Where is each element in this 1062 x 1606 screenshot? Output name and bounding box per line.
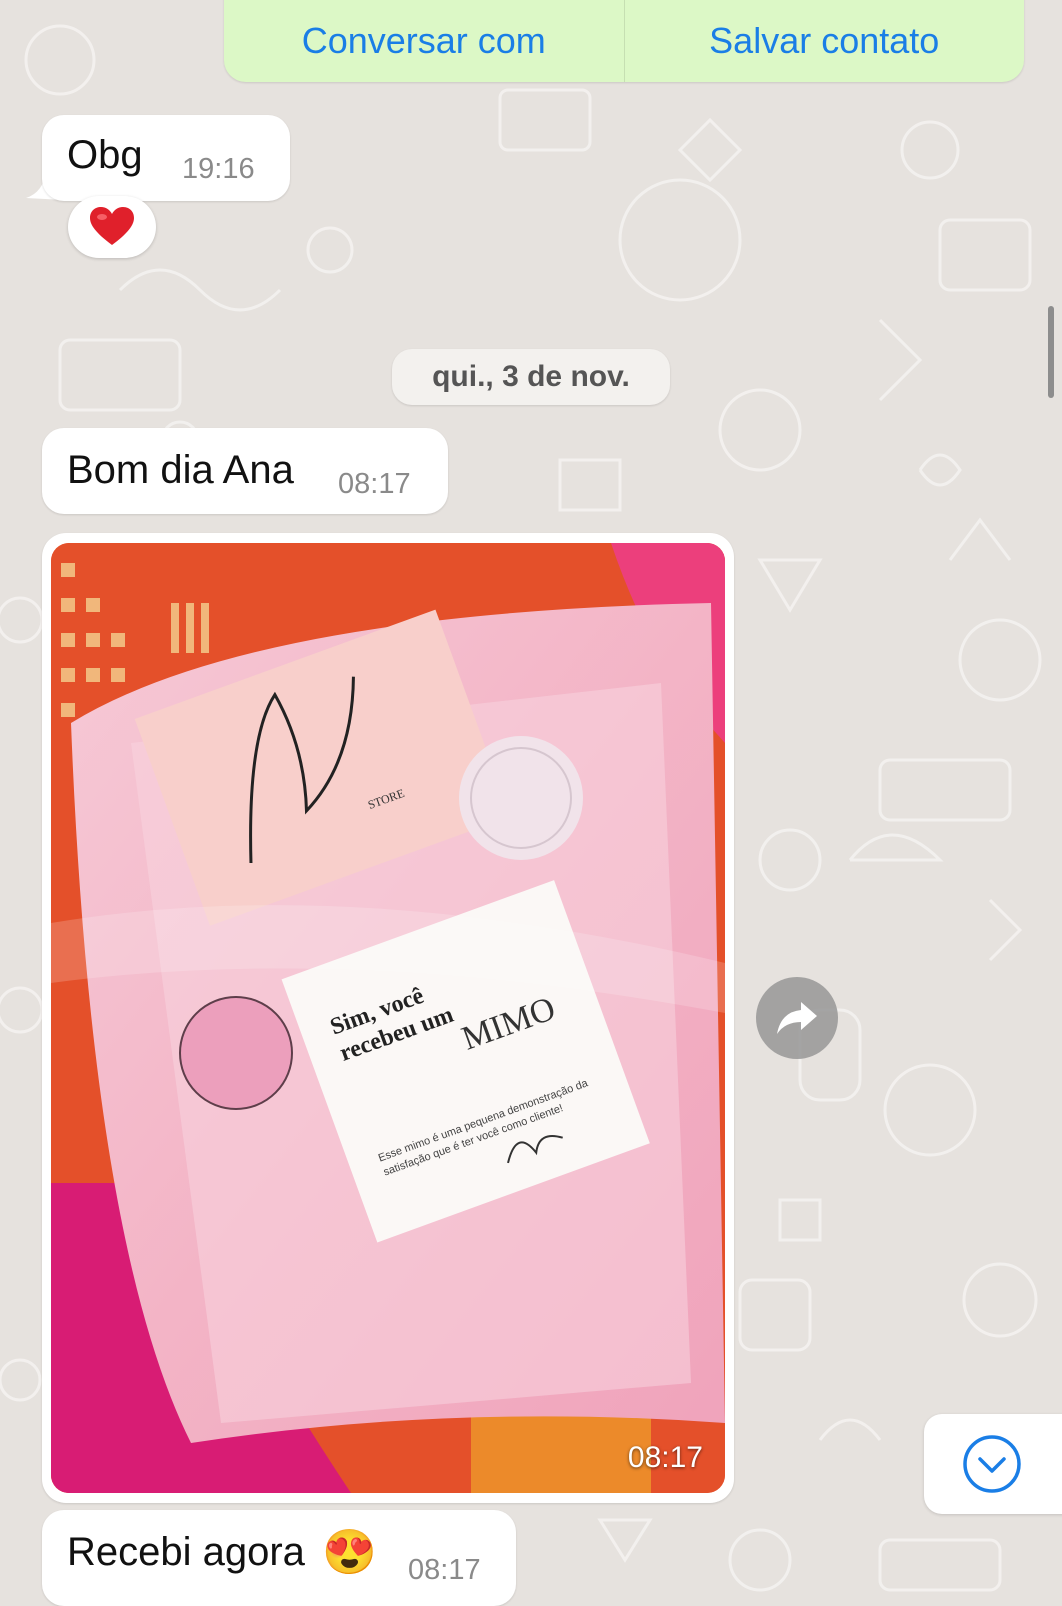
forward-button[interactable]	[756, 977, 838, 1059]
photo-timestamp: 08:17	[627, 1441, 703, 1474]
contact-card-bubble: Conversar com Salvar contato	[224, 0, 1024, 82]
scroll-to-bottom-button[interactable]	[924, 1414, 1062, 1514]
chat-with-contact-button[interactable]: Conversar com	[224, 0, 624, 82]
message-text: Bom dia Ana	[67, 448, 294, 492]
smiling-heart-eyes-emoji: 😍	[322, 1528, 377, 1577]
photo-package-illustration: STORE Sim, você recebeu um MIMO Esse mim…	[51, 543, 725, 1493]
red-heart-icon	[90, 207, 134, 245]
incoming-message-bom-dia[interactable]: Bom dia Ana 08:17	[42, 428, 448, 514]
save-contact-button[interactable]: Salvar contato	[623, 0, 1025, 82]
scrollbar-thumb[interactable]	[1048, 306, 1054, 398]
incoming-message-recebi[interactable]: Recebi agora 😍 08:17	[42, 1510, 516, 1606]
message-photo[interactable]: STORE Sim, você recebeu um MIMO Esse mim…	[51, 543, 725, 1493]
incoming-message-obg[interactable]: Obg 19:16	[42, 115, 290, 201]
message-timestamp: 08:17	[408, 1554, 481, 1586]
message-reaction[interactable]	[68, 196, 156, 258]
chevron-down-circle-icon	[963, 1435, 1021, 1493]
message-text: Obg	[67, 133, 143, 177]
date-separator: qui., 3 de nov.	[392, 349, 670, 405]
message-timestamp: 08:17	[338, 468, 411, 500]
message-text: Recebi agora	[67, 1530, 305, 1574]
message-timestamp: 19:16	[182, 153, 255, 185]
incoming-image-message[interactable]: STORE Sim, você recebeu um MIMO Esse mim…	[42, 533, 734, 1503]
forward-arrow-icon	[777, 1002, 817, 1034]
